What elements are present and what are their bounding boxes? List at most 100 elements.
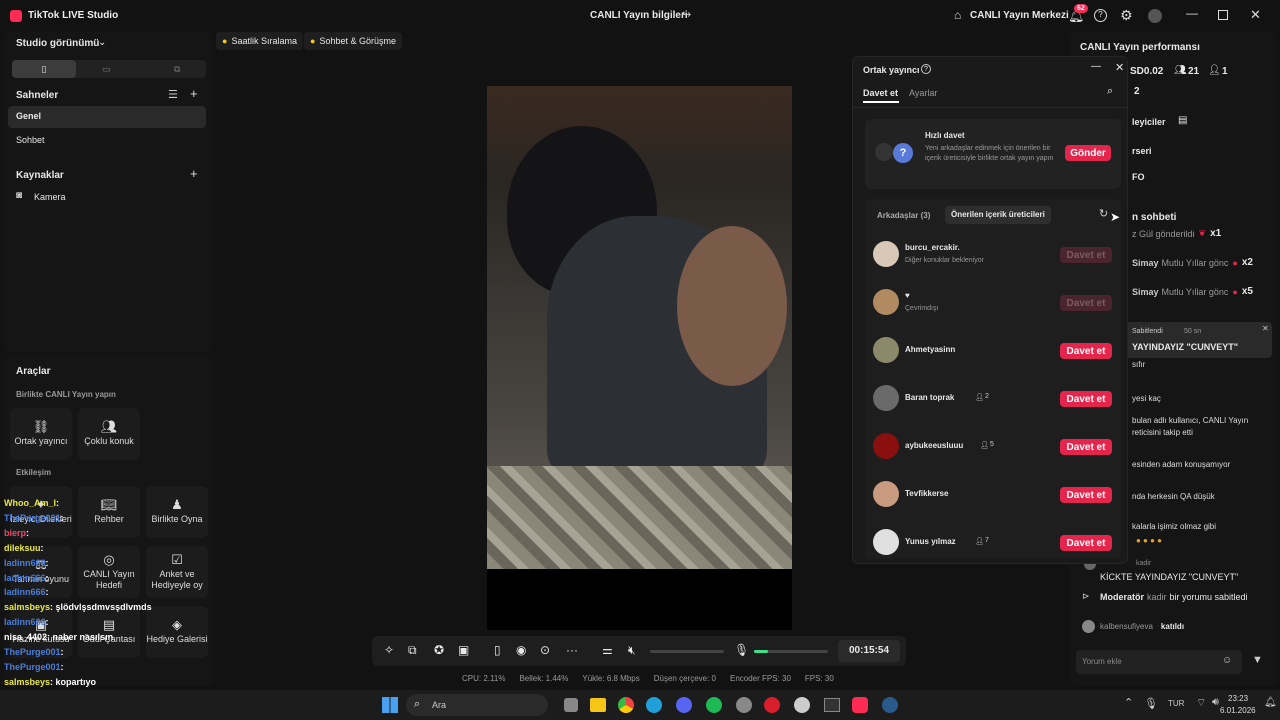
- avatar[interactable]: [1148, 9, 1162, 23]
- beauty-icon[interactable]: ✪: [434, 643, 444, 657]
- chrome-icon[interactable]: [618, 697, 634, 713]
- comment-input[interactable]: Yorum ekle ☺: [1076, 650, 1242, 674]
- cohost-user-name[interactable]: Baran toprak: [905, 393, 954, 402]
- speaker-volume-slider[interactable]: [650, 650, 724, 653]
- avatar[interactable]: [873, 481, 899, 507]
- chip-chat-meet[interactable]: ● Sohbet & Görüşme: [304, 32, 402, 50]
- mic-icon[interactable]: 🎙︎: [734, 643, 749, 657]
- mic-tray-icon[interactable]: 🎙︎: [1144, 697, 1158, 710]
- wifi-icon[interactable]: ⌔: [1196, 696, 1206, 710]
- invite-button[interactable]: Davet et: [1060, 343, 1112, 359]
- search-icon[interactable]: ⌕: [1107, 85, 1113, 98]
- cohost-user-name[interactable]: Yunus yılmaz: [905, 537, 956, 546]
- maximize-icon[interactable]: [1218, 10, 1228, 20]
- mixer-icon[interactable]: ⚌: [602, 643, 613, 657]
- volume-icon[interactable]: 🔊︎: [1212, 696, 1219, 709]
- multi-guest-button[interactable]: 👥︎ Çoklu konuk: [78, 408, 140, 460]
- list-icon[interactable]: ☰: [168, 88, 178, 101]
- close-icon[interactable]: ✕: [1262, 324, 1269, 333]
- avatar[interactable]: [873, 241, 899, 267]
- send-button[interactable]: Gönder: [1065, 145, 1111, 161]
- spotify-icon[interactable]: [706, 697, 722, 713]
- invite-button[interactable]: Davet et: [1060, 487, 1112, 503]
- mic-volume-slider[interactable]: [754, 650, 828, 653]
- edge-icon[interactable]: [646, 697, 662, 713]
- task-view-icon[interactable]: [564, 698, 578, 712]
- gear-icon[interactable]: ⚙: [1120, 7, 1133, 24]
- avatar[interactable]: [873, 433, 899, 459]
- app-icon[interactable]: [736, 697, 752, 713]
- cohost-user-name[interactable]: burcu_ercakir.: [905, 243, 960, 252]
- invite-button[interactable]: Davet et: [1060, 391, 1112, 407]
- cohost-user-name[interactable]: aybukeeusluuu: [905, 441, 963, 450]
- chatgpt-icon[interactable]: [794, 697, 810, 713]
- layout-landscape-icon[interactable]: ▭: [102, 60, 111, 78]
- cohost-user-name[interactable]: Tevfikkerse: [905, 489, 948, 498]
- clock-date[interactable]: 6.01.2026: [1220, 706, 1256, 715]
- clock-time[interactable]: 23:23: [1228, 694, 1248, 703]
- file-explorer-icon[interactable]: [590, 698, 606, 712]
- bell-tray-icon[interactable]: 🔔︎: [1264, 697, 1277, 708]
- minimize-icon[interactable]: —: [1091, 61, 1101, 72]
- studio-view-dropdown[interactable]: Studio görünümü: [16, 38, 99, 49]
- home-icon[interactable]: ⌂: [954, 8, 961, 22]
- effects-icon[interactable]: ⧉: [408, 643, 417, 658]
- scene-item-genel[interactable]: Genel: [8, 106, 206, 128]
- cohost-user-name[interactable]: ♥: [905, 291, 910, 300]
- close-icon[interactable]: ✕: [1115, 61, 1124, 74]
- close-icon[interactable]: ✕: [1250, 7, 1261, 23]
- filter-icon[interactable]: ▼: [1252, 654, 1263, 666]
- live-center-link[interactable]: CANLI Yayın Merkezi: [970, 10, 1069, 21]
- speaker-mute-icon[interactable]: 🔇︎: [628, 643, 636, 658]
- video-preview[interactable]: [487, 86, 792, 630]
- terminal-icon[interactable]: [824, 698, 840, 712]
- layout-dual-icon[interactable]: ⧉: [174, 60, 180, 78]
- co-host-button[interactable]: ⛓ Ortak yayıncı: [10, 408, 72, 460]
- invite-button[interactable]: Davet et: [1060, 295, 1112, 311]
- magic-icon[interactable]: ✧: [384, 643, 394, 657]
- steam-icon[interactable]: [882, 697, 898, 713]
- opera-icon[interactable]: [764, 697, 780, 713]
- avatar[interactable]: [873, 385, 899, 411]
- refresh-icon[interactable]: ↻: [1099, 207, 1108, 220]
- add-source-icon[interactable]: +: [190, 166, 198, 181]
- layout-portrait-icon[interactable]: ▯: [12, 60, 76, 78]
- help-icon[interactable]: ?: [1094, 9, 1107, 22]
- capture-icon[interactable]: ⊙: [540, 643, 550, 657]
- invite-button[interactable]: Davet et: [1060, 439, 1112, 455]
- share-icon[interactable]: ↪: [682, 8, 691, 21]
- pinned-message[interactable]: Sabitlendi 50 sn ✕ YAYINDAYIZ "CUNVEYT": [1124, 322, 1272, 358]
- minimize-icon[interactable]: —: [1186, 6, 1198, 20]
- lang-indicator[interactable]: TUR: [1168, 699, 1184, 708]
- tab-settings[interactable]: Ayarlar: [909, 88, 937, 98]
- scene-item-sohbet[interactable]: Sohbet: [16, 135, 45, 145]
- taskbar-search[interactable]: ⌕ Ara: [406, 694, 548, 716]
- record-icon[interactable]: ◉: [516, 643, 526, 657]
- emoji-icon[interactable]: ☺: [1222, 655, 1232, 666]
- live-info-title[interactable]: CANLI Yayın bilgileri: [590, 10, 688, 21]
- avatar[interactable]: [873, 529, 899, 555]
- list-icon[interactable]: ▤: [1178, 115, 1187, 126]
- avatar[interactable]: [873, 289, 899, 315]
- discord-icon[interactable]: [676, 697, 692, 713]
- invite-button[interactable]: Davet et: [1060, 535, 1112, 551]
- friends-tab[interactable]: Arkadaşlar (3): [877, 211, 930, 220]
- avatar[interactable]: [873, 337, 899, 363]
- chevron-down-icon[interactable]: ⌄: [98, 37, 106, 48]
- chip-hourly-rank[interactable]: ● Saatlik Sıralama: [216, 32, 303, 50]
- phone-icon[interactable]: ▯: [494, 643, 501, 657]
- more-icon[interactable]: ···: [566, 643, 578, 657]
- viewers-tab[interactable]: leyiciler: [1132, 117, 1166, 127]
- tiktok-taskbar-icon[interactable]: [852, 697, 868, 713]
- suggested-tab[interactable]: Önerilen içerik üreticileri: [945, 206, 1051, 224]
- screen-icon[interactable]: ▣: [458, 643, 469, 657]
- chat-message: esinden adam konuşamıyor: [1132, 460, 1231, 469]
- cohost-user-name[interactable]: Ahmetyasinn: [905, 345, 955, 354]
- help-icon[interactable]: ?: [921, 64, 931, 74]
- chevron-up-icon[interactable]: ⌃: [1124, 696, 1133, 709]
- invite-button[interactable]: Davet et: [1060, 247, 1112, 263]
- source-camera[interactable]: Kamera: [34, 192, 66, 202]
- add-scene-icon[interactable]: +: [190, 86, 198, 101]
- windows-start-icon[interactable]: [382, 697, 398, 713]
- tab-invite[interactable]: Davet et: [863, 88, 898, 98]
